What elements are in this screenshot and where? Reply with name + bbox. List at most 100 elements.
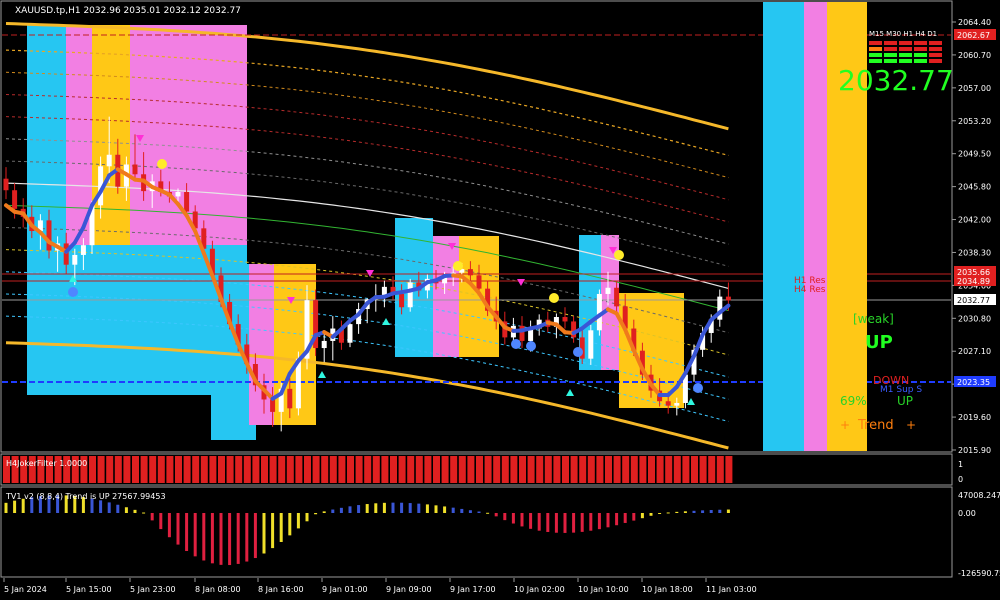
filter-bar (329, 456, 337, 483)
candle-body (665, 401, 671, 406)
candle-body (399, 293, 405, 308)
tv1-histogram-bar (296, 513, 300, 529)
pivot-dot-icon (693, 383, 703, 393)
tv1-histogram-bar (606, 513, 610, 528)
tv1-histogram-bar (322, 511, 326, 513)
candle-body (588, 330, 594, 359)
pivot-dot-icon (526, 341, 536, 351)
filter-bar (372, 456, 380, 483)
price-tick-label: 2045.80 (958, 183, 991, 192)
joker-filter-bars (3, 456, 733, 483)
trading-chart[interactable]: XAUUSD.tp,H1 2032.96 2035.01 2032.12 203… (0, 0, 1000, 600)
time-tick-label: 10 Jan 18:00 (642, 585, 693, 594)
time-tick-label: 10 Jan 10:00 (578, 585, 629, 594)
tv1-histogram-bar (486, 512, 490, 514)
sub2-axis-bottom: -126590.75 (958, 569, 1000, 578)
signal-cell (914, 41, 927, 45)
filter-bar (484, 456, 492, 483)
filter-bar (673, 456, 681, 483)
price-tag-label: 2062.67 (957, 31, 990, 40)
price-tick-label: 2060.70 (958, 51, 991, 60)
tv1-histogram-bar (520, 513, 524, 527)
tv1-histogram-bar (615, 513, 619, 526)
filter-bar (630, 456, 638, 483)
tv1-histogram-bar (666, 512, 670, 514)
time-tick-label: 8 Jan 16:00 (258, 585, 304, 594)
filter-bar (441, 456, 449, 483)
time-tick-label: 11 Jan 03:00 (706, 585, 757, 594)
filter-bar (493, 456, 501, 483)
tv1-histogram-bar (314, 513, 318, 515)
price-tick-label: 2027.10 (958, 347, 991, 356)
signal-cell (884, 53, 897, 57)
tv1-histogram-bar (288, 513, 292, 536)
tv1-histogram-bar (159, 513, 163, 530)
filter-bar (286, 456, 294, 483)
signal-cell (899, 59, 912, 63)
price-tick-label: 2019.60 (958, 413, 991, 422)
tv1-histogram-bar (279, 513, 283, 542)
time-tick-label: 9 Jan 01:00 (322, 585, 368, 594)
tv1-histogram-bar (649, 513, 653, 516)
filter-bar (304, 456, 311, 483)
dashboard-up-label: UP (865, 332, 893, 353)
tv1-histogram-bar (133, 509, 137, 513)
filter-bar (458, 456, 466, 483)
tv1-histogram-bar (339, 507, 343, 513)
signal-cell (929, 53, 942, 57)
candle-body (674, 403, 680, 406)
tv1-histogram-bar (726, 509, 730, 513)
tv1-histogram-bar (124, 507, 128, 513)
filter-bar (278, 456, 286, 483)
tv1-histogram-bar (357, 505, 361, 513)
tv1-histogram-bar (331, 509, 335, 513)
filter-bar (699, 456, 707, 483)
filter-bar (527, 456, 535, 483)
tv1-histogram-bar (425, 504, 429, 513)
filter-bar (648, 456, 655, 483)
filter-bar (656, 456, 664, 483)
filter-bar (295, 456, 303, 483)
filter-bar (243, 456, 251, 483)
candle-body (3, 178, 9, 191)
tv1-histogram-bar (228, 513, 232, 566)
tv1-histogram-bar (107, 502, 111, 513)
tv1-histogram-bar (675, 511, 679, 513)
tv1-histogram-bar (546, 513, 550, 532)
price-tick-label: 2030.80 (958, 314, 991, 323)
filter-bar (192, 456, 200, 483)
candle-body (184, 192, 190, 212)
candle-body (106, 154, 112, 167)
dashboard-cyan-bar (763, 2, 804, 451)
tv1-histogram-bar (632, 513, 636, 521)
tv1-histogram-bar (468, 510, 472, 513)
filter-bar (209, 456, 217, 483)
tv1-histogram-bar (623, 513, 627, 523)
filter-bar (596, 456, 604, 483)
filter-bar (433, 456, 440, 483)
candle-body (175, 192, 181, 197)
pivot-sup-label: M1 Sup S (880, 385, 922, 395)
filter-bar (536, 456, 544, 483)
candle-body (571, 321, 577, 338)
signal-cell (884, 59, 897, 63)
filter-bar (89, 456, 96, 483)
tv1-histogram-bar (382, 502, 386, 513)
filter-bar (355, 456, 363, 483)
signal-cell (914, 53, 927, 57)
candle-body (12, 190, 18, 209)
filter-bar (587, 456, 595, 483)
tv1-histogram-bar (236, 513, 240, 564)
tv1-histogram-bar (529, 513, 533, 529)
time-tick-label: 5 Jan 2024 (4, 585, 47, 594)
tv1-histogram-bar (451, 507, 455, 513)
tv1-histogram-bar (709, 510, 713, 513)
candle-body (347, 324, 353, 343)
filter-bar (570, 456, 578, 483)
tv1-histogram-bar (142, 512, 146, 514)
tv1-histogram-bar (434, 505, 438, 513)
filter-bar (450, 456, 458, 483)
price-tick-label: 2042.00 (958, 216, 991, 225)
candle-body (562, 317, 568, 322)
signal-cell (884, 41, 897, 45)
